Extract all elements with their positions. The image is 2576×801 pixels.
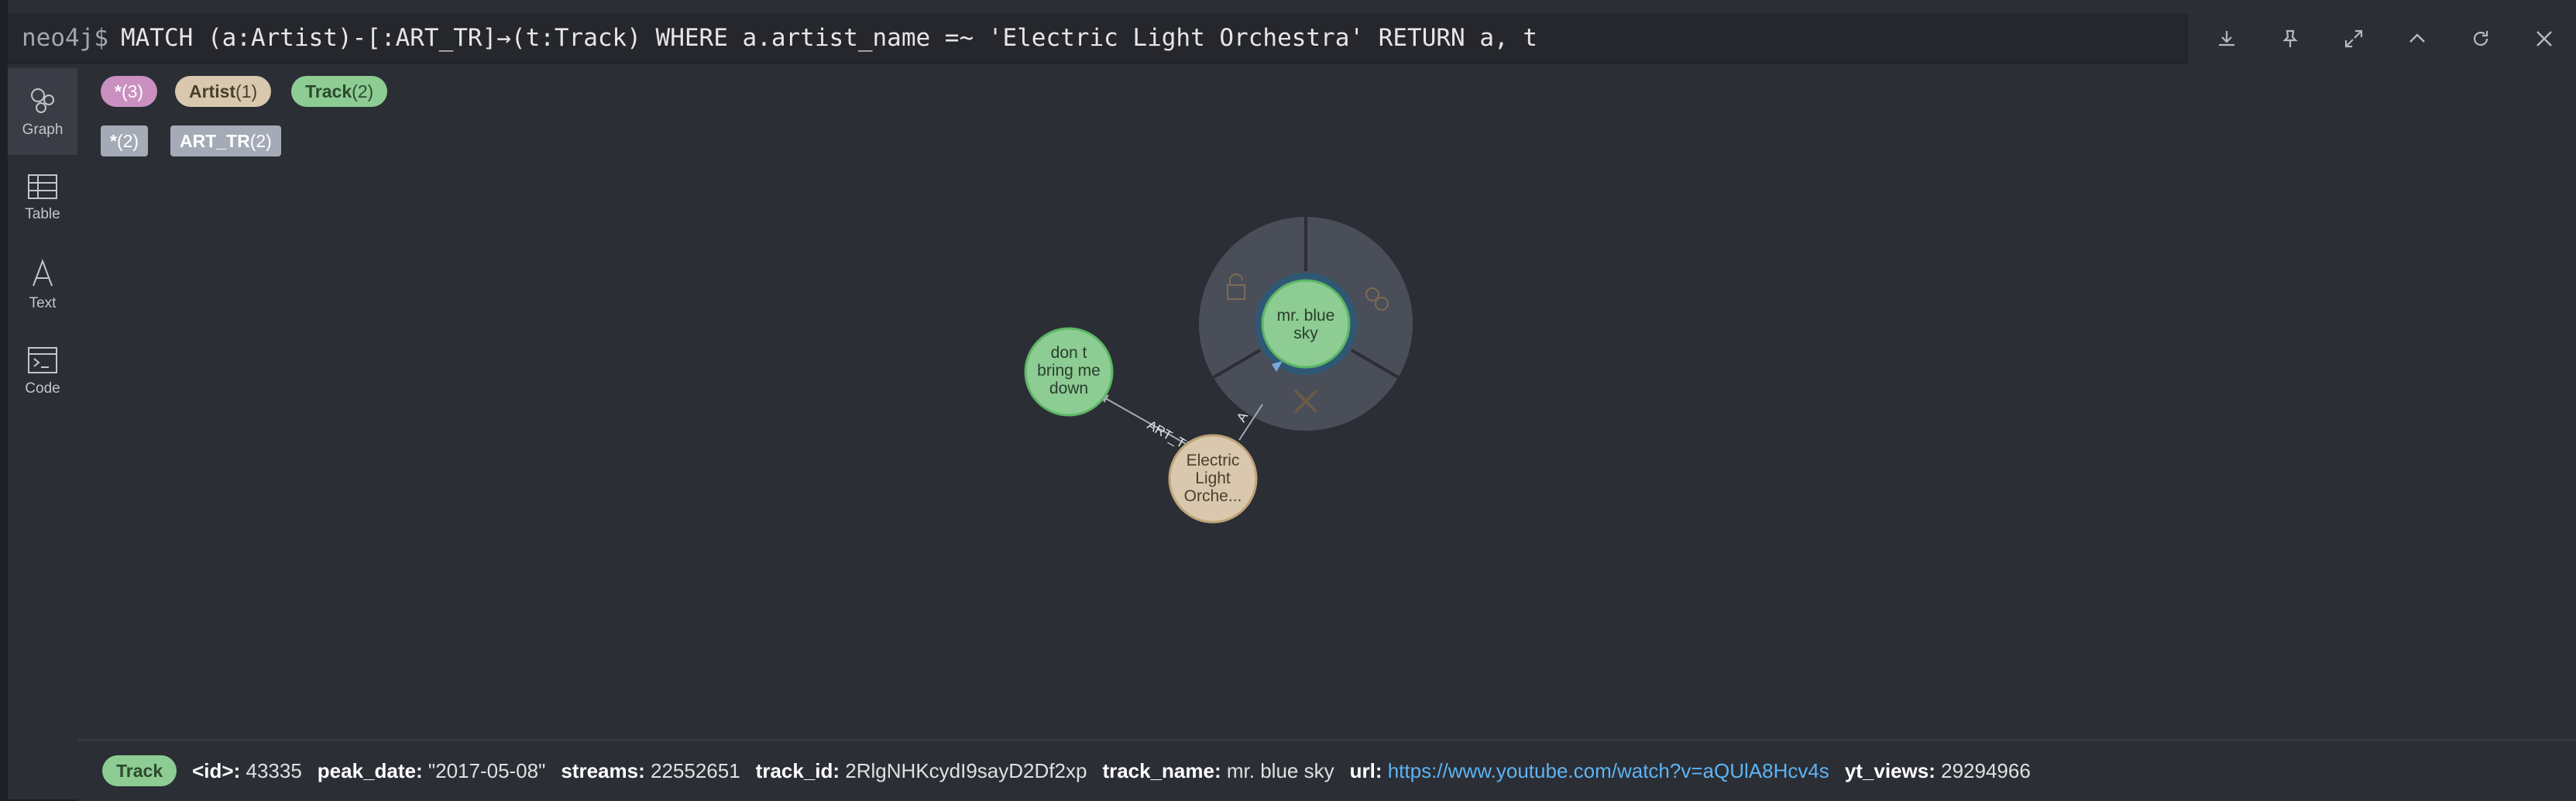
text-icon [33, 259, 53, 287]
legend-label-artist[interactable]: Artist(1) [175, 76, 272, 107]
view-sidebar: Graph Table Text Code [8, 68, 77, 799]
expand-icon[interactable] [2322, 14, 2385, 64]
refresh-icon[interactable] [2449, 14, 2512, 64]
query-prompt: neo4j$ [22, 24, 108, 52]
detail-value: 2RlgNHKcydI9sayD2Df2xp [845, 758, 1087, 782]
legend-rel-count: (2) [249, 131, 272, 151]
node-label-line: Orche... [1184, 487, 1242, 505]
detail-key: yt_views: [1844, 758, 1935, 782]
detail-value: 43335 [246, 758, 302, 782]
detail-value: 22552651 [650, 758, 740, 782]
detail-key: <id>: [192, 758, 241, 782]
detail-value: "2017-05-08" [428, 758, 546, 782]
graph-node-track-selected[interactable]: mr. blue sky [1261, 279, 1351, 369]
legend-label-name: * [115, 81, 122, 101]
detail-key: url: [1349, 758, 1382, 782]
node-label-line: don t [1051, 344, 1087, 362]
close-icon[interactable] [2512, 14, 2576, 64]
graph-node-track[interactable]: don t bring me down [1024, 327, 1114, 417]
graph-icon [31, 88, 54, 113]
node-label-line: mr. blue [1277, 307, 1335, 325]
query-editor[interactable]: neo4j$ MATCH (a:Artist)-[:ART_TR]→(t:Trac… [8, 14, 2188, 64]
legend-label-name: Artist [189, 81, 236, 101]
detail-value: 29294966 [1941, 758, 2031, 782]
node-label-line: bring me [1037, 362, 1101, 380]
download-icon[interactable] [2195, 14, 2258, 64]
detail-key: track_name: [1102, 758, 1221, 782]
frame-actions [2195, 14, 2576, 64]
node-label-line: Electric [1187, 452, 1240, 469]
sidebar-item-label: Graph [22, 122, 64, 138]
legend-label-track[interactable]: Track(2) [291, 76, 388, 107]
sidebar-item-label: Table [25, 206, 60, 222]
detail-prop: track_name: mr. blue sky [1102, 759, 1334, 783]
detail-value: mr. blue sky [1226, 758, 1334, 782]
legend-rel-count: (2) [116, 131, 139, 151]
detail-prop: <id>: 43335 [192, 759, 302, 783]
detail-prop: yt_views: 29294966 [1845, 759, 2031, 783]
legend-label-all[interactable]: *(3) [101, 76, 158, 107]
sidebar-item-graph[interactable]: Graph [8, 68, 77, 155]
legend-label-count: (3) [121, 81, 144, 101]
graph-legend: *(3) Artist(1) Track(2) *(2) ART_TR(2) [77, 68, 2576, 164]
table-icon [28, 174, 57, 199]
detail-prop: url: https://www.youtube.com/watch?v=aQU… [1350, 759, 1829, 783]
node-label-line: sky [1293, 325, 1318, 342]
sidebar-item-text[interactable]: Text [8, 242, 77, 328]
detail-prop: peak_date: "2017-05-08" [318, 759, 546, 783]
node-details-bar: Track <id>: 43335 peak_date: "2017-05-08… [77, 739, 2576, 801]
legend-rel-art-tr[interactable]: ART_TR(2) [170, 125, 281, 156]
code-icon [28, 347, 57, 373]
details-label-chip[interactable]: Track [102, 755, 177, 786]
legend-label-count: (1) [235, 81, 258, 101]
pin-icon[interactable] [2258, 14, 2322, 64]
node-label-line: Light [1195, 469, 1231, 487]
graph-canvas[interactable]: ART_TR A don t bring me down mr. blue sk… [77, 164, 2576, 739]
legend-rel-name: * [110, 131, 117, 151]
sidebar-item-table[interactable]: Table [8, 155, 77, 242]
legend-label-name: Track [305, 81, 352, 101]
detail-prop: streams: 22552651 [561, 759, 740, 783]
detail-key: streams: [561, 758, 645, 782]
legend-rel-all[interactable]: *(2) [101, 125, 149, 156]
graph-node-artist[interactable]: Electric Light Orche... [1168, 434, 1258, 524]
node-label-line: down [1049, 380, 1088, 397]
query-bar: neo4j$ MATCH (a:Artist)-[:ART_TR]→(t:Trac… [8, 6, 2576, 68]
sidebar-item-label: Text [29, 295, 57, 311]
collapse-icon[interactable] [2385, 14, 2449, 64]
sidebar-item-label: Code [25, 380, 60, 397]
query-text[interactable]: MATCH (a:Artist)-[:ART_TR]→(t:Track) WHE… [121, 24, 1537, 52]
detail-key: peak_date: [317, 758, 423, 782]
sidebar-item-code[interactable]: Code [8, 328, 77, 415]
detail-url-link[interactable]: https://www.youtube.com/watch?v=aQUlA8Hc… [1388, 759, 1829, 782]
detail-key: track_id: [755, 758, 840, 782]
legend-rel-name: ART_TR [180, 131, 250, 151]
detail-prop: track_id: 2RlgNHKcydI9sayD2Df2xp [756, 759, 1087, 783]
legend-label-count: (2) [352, 81, 374, 101]
